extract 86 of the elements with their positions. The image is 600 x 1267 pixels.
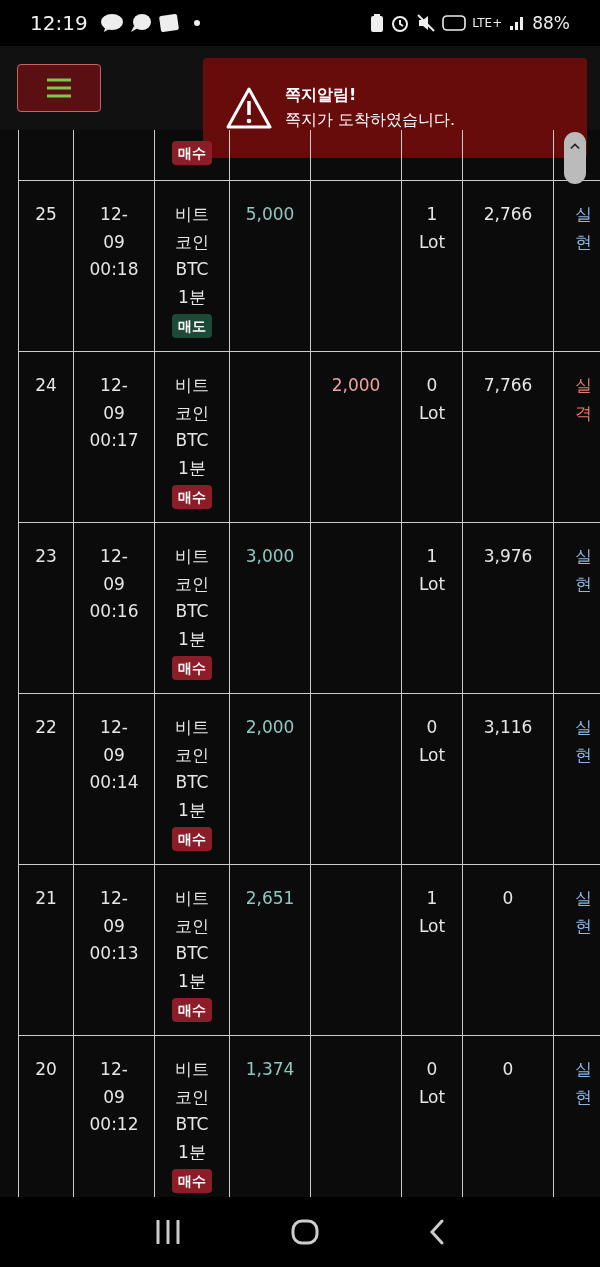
product-code: BTC	[175, 942, 209, 965]
battery-percent: 88%	[532, 13, 570, 33]
battery-saver-icon	[370, 13, 385, 33]
row-number: 20	[35, 1058, 57, 1081]
product-name: 비트코인	[174, 887, 210, 938]
product-name: 비트코인	[174, 203, 210, 254]
product-name: 비트코인	[174, 545, 210, 596]
balance-amount: 3,976	[483, 545, 533, 568]
toast-title: 쪽지알림!	[285, 85, 358, 106]
product-name: 비트코인	[174, 1058, 210, 1109]
lot-count: 0 Lot	[417, 374, 447, 425]
result-status: 실현	[575, 1058, 592, 1109]
warning-icon	[225, 86, 273, 130]
clock-time: 12:19	[30, 11, 88, 35]
side-tag: 매수	[172, 827, 212, 851]
balance-amount: 0	[502, 1058, 514, 1081]
alarm-clock-icon	[390, 13, 411, 33]
trade-time: 00:18	[89, 258, 139, 281]
lot-count: 0 Lot	[417, 1058, 447, 1109]
trade-date: 12-09	[99, 374, 129, 425]
speech-bubble-icon	[129, 13, 152, 33]
network-type: LTE+	[472, 16, 503, 30]
trade-date: 12-09	[99, 203, 129, 254]
product-period: 1분	[178, 1140, 206, 1164]
balance-amount: 3,116	[483, 716, 533, 739]
trade-time: 00:13	[89, 942, 139, 965]
scroll-top-button[interactable]	[564, 132, 586, 184]
balance-amount: 2,766	[483, 203, 533, 226]
loss-amount: 2,000	[331, 374, 381, 397]
product-code: BTC	[175, 771, 209, 794]
product-code: BTC	[175, 1113, 209, 1136]
profit-amount: 3,000	[245, 545, 295, 568]
product-period: 1분	[178, 285, 206, 309]
profit-amount: 1,374	[245, 1058, 295, 1081]
side-tag: 매수	[172, 998, 212, 1022]
lot-count: 1 Lot	[417, 545, 447, 596]
side-tag: 매수	[172, 141, 212, 165]
row-number: 21	[35, 887, 57, 910]
trade-time: 00:14	[89, 771, 139, 794]
lot-count: 1 Lot	[417, 887, 447, 938]
trade-date: 12-09	[99, 887, 129, 938]
mute-icon	[416, 13, 437, 33]
balance-amount: 0	[502, 887, 514, 910]
menu-icon	[46, 78, 72, 98]
back-icon[interactable]	[429, 1219, 445, 1245]
menu-button[interactable]	[17, 64, 101, 112]
result-status: 실현	[575, 716, 592, 767]
profit-amount: 5,000	[245, 203, 295, 226]
product-code: BTC	[175, 429, 209, 452]
row-number: 24	[35, 374, 57, 397]
lot-count: 0 Lot	[417, 716, 447, 767]
lot-count: 1 Lot	[417, 203, 447, 254]
side-tag: 매도	[172, 314, 212, 338]
trade-date: 12-09	[99, 1058, 129, 1109]
result-status: 실현	[575, 887, 592, 938]
profit-amount: 2,000	[245, 716, 295, 739]
product-period: 1분	[178, 456, 206, 480]
row-number: 22	[35, 716, 57, 739]
result-status: 실현	[575, 545, 592, 596]
product-period: 1분	[178, 969, 206, 993]
home-icon[interactable]	[291, 1219, 319, 1245]
recent-apps-icon[interactable]	[155, 1220, 181, 1244]
result-status: 실현	[575, 203, 592, 254]
side-tag: 매수	[172, 656, 212, 680]
chevron-up-icon	[570, 142, 580, 150]
trade-date: 12-09	[99, 545, 129, 596]
trade-time: 00:12	[89, 1113, 139, 1136]
chat-bubble-icon	[99, 13, 124, 33]
row-number: 23	[35, 545, 57, 568]
balance-amount: 7,766	[483, 374, 533, 397]
product-code: BTC	[175, 600, 209, 623]
result-status: 실격	[575, 374, 592, 425]
notification-dot-icon	[193, 20, 200, 26]
trade-time: 00:16	[89, 600, 139, 623]
side-tag: 매수	[172, 485, 212, 509]
profit-amount: 2,651	[245, 887, 295, 910]
side-tag: 매수	[172, 1169, 212, 1193]
trade-time: 00:17	[89, 429, 139, 452]
toast-message: 쪽지가 도착하였습니다.	[285, 110, 456, 131]
product-name: 비트코인	[174, 716, 210, 767]
product-name: 비트코인	[174, 374, 210, 425]
product-code: BTC	[175, 258, 209, 281]
product-period: 1분	[178, 627, 206, 651]
trade-date: 12-09	[99, 716, 129, 767]
row-number: 25	[35, 203, 57, 226]
product-period: 1분	[178, 798, 206, 822]
